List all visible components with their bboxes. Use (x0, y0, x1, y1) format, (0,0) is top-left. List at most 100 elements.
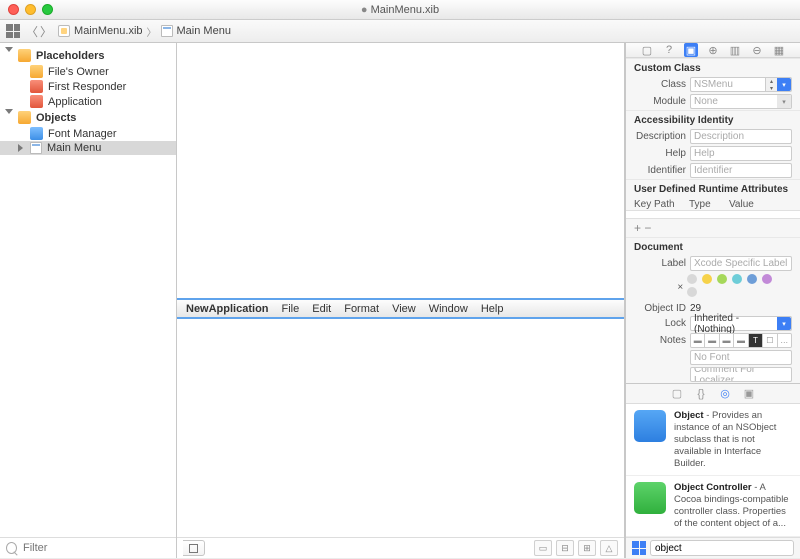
identity-inspector-tab[interactable]: ▣ (684, 43, 698, 57)
seg-italic[interactable]: ▬ (705, 334, 719, 347)
color-swatch[interactable] (687, 287, 697, 297)
connections-inspector-tab[interactable]: ⊖ (750, 43, 764, 57)
bindings-inspector-tab[interactable]: ▦ (772, 43, 786, 57)
library-search-input[interactable] (650, 540, 794, 556)
outline-item-files-owner[interactable]: File's Owner (0, 64, 176, 79)
object-controller-icon (634, 482, 666, 514)
class-label: Class (634, 79, 686, 90)
attributes-inspector-tab[interactable]: ⊕ (706, 43, 720, 57)
related-items-icon[interactable] (6, 24, 20, 38)
seg-underline[interactable]: ▬ (720, 334, 734, 347)
add-button[interactable]: + (634, 221, 641, 235)
code-snippet-tab[interactable]: {} (694, 387, 708, 401)
doc-label-field[interactable]: Xcode Specific Label (690, 256, 792, 271)
outline-item-first-responder[interactable]: First Responder (0, 79, 176, 94)
remove-button[interactable]: − (644, 221, 651, 235)
square-icon (189, 544, 198, 553)
pin-button[interactable]: ⊞ (578, 540, 596, 556)
color-swatch[interactable] (687, 274, 697, 284)
ib-canvas[interactable]: NewApplication File Edit Format View Win… (177, 43, 624, 537)
seg-text[interactable]: T (749, 334, 763, 347)
outline-filter-bar (0, 537, 176, 558)
localizer-comment-field[interactable]: Comment For Localizer (690, 367, 792, 382)
object-icon (634, 410, 666, 442)
placeholders-header[interactable]: Placeholders (0, 47, 176, 64)
col-keypath: Key Path (634, 199, 689, 210)
udra-heading: User Defined Runtime Attributes (626, 179, 800, 197)
align-button[interactable]: ⊟ (556, 540, 574, 556)
notes-format-segmented[interactable]: ▬ ▬ ▬ ▬ T ☐ … (690, 333, 792, 348)
quickhelp-inspector-tab[interactable]: ? (662, 43, 676, 57)
dropdown-arrow-icon[interactable]: ▾ (777, 317, 791, 330)
ax-identifier-field[interactable]: Identifier (690, 163, 792, 178)
library-list[interactable]: Object - Provides an instance of an NSOb… (626, 404, 800, 537)
file-template-tab[interactable]: ▢ (670, 387, 684, 401)
menu-item-help[interactable]: Help (481, 303, 504, 315)
color-swatch[interactable] (717, 274, 727, 284)
grid-view-toggle[interactable] (632, 541, 646, 555)
resolve-button[interactable]: △ (600, 540, 618, 556)
menu-item-file[interactable]: File (282, 303, 300, 315)
lock-label: Lock (634, 318, 686, 329)
outline-item-application[interactable]: Application (0, 94, 176, 109)
objects-group: Objects Font Manager Main Menu (0, 109, 176, 155)
inspector-panel: ▢ ? ▣ ⊕ ▥ ⊖ ▦ Custom Class Class NSMenu … (625, 43, 800, 558)
accessibility-heading: Accessibility Identity (626, 110, 800, 128)
color-swatch[interactable] (702, 274, 712, 284)
library-item-text: Object - Provides an instance of an NSOb… (674, 410, 792, 469)
seg-strike[interactable]: ▬ (734, 334, 748, 347)
window-titlebar: ● MainMenu.xib (0, 0, 800, 20)
objects-header[interactable]: Objects (0, 109, 176, 126)
seg-more[interactable]: … (778, 334, 791, 347)
ax-description-field[interactable]: Description (690, 129, 792, 144)
size-inspector-tab[interactable]: ▥ (728, 43, 742, 57)
object-library-tab[interactable]: ◎ (718, 387, 732, 401)
stack-button[interactable]: ▭ (534, 540, 552, 556)
font-field[interactable]: No Font (690, 350, 792, 365)
menu-item-window[interactable]: Window (429, 303, 468, 315)
module-combo[interactable]: None ▾ (690, 94, 792, 109)
class-combo[interactable]: NSMenu ▴▾ ▾ (690, 77, 792, 92)
dropdown-arrow-icon[interactable]: ▾ (777, 95, 791, 108)
crumb-file[interactable]: MainMenu.xib (74, 25, 142, 37)
menu-item-format[interactable]: Format (344, 303, 379, 315)
menu-item-view[interactable]: View (392, 303, 416, 315)
group-label: Objects (36, 112, 76, 124)
cube-icon (30, 65, 43, 78)
stepper-icon[interactable]: ▴▾ (765, 78, 777, 91)
first-responder-icon (30, 80, 43, 93)
toggle-outline-button[interactable] (183, 540, 205, 556)
ax-help-field[interactable]: Help (690, 146, 792, 161)
menu-item-app[interactable]: NewApplication (186, 303, 269, 315)
menu-item-edit[interactable]: Edit (312, 303, 331, 315)
disclosure-triangle[interactable] (5, 109, 13, 114)
nav-back-button[interactable]: 〈 (26, 23, 38, 40)
disclosure-triangle[interactable] (5, 47, 13, 52)
filter-icon[interactable] (6, 542, 17, 554)
udra-table-body[interactable] (626, 211, 800, 219)
file-inspector-tab[interactable]: ▢ (640, 43, 654, 57)
disclosure-triangle[interactable] (18, 144, 23, 152)
outline-filter-input[interactable] (23, 542, 170, 554)
color-swatch[interactable] (732, 274, 742, 284)
outline-item-font-manager[interactable]: Font Manager (0, 126, 176, 141)
main-menu-bar[interactable]: NewApplication File Edit Format View Win… (177, 298, 624, 319)
lock-combo[interactable]: Inherited - (Nothing) ▾ (690, 316, 792, 331)
outline-item-main-menu[interactable]: Main Menu (0, 141, 176, 155)
library-item-object[interactable]: Object - Provides an instance of an NSOb… (626, 404, 800, 476)
crumb-object[interactable]: Main Menu (177, 25, 231, 37)
item-label: File's Owner (48, 66, 109, 78)
module-label: Module (634, 96, 686, 107)
doc-x-label: × (634, 282, 683, 293)
nav-forward-button[interactable]: 〉 (40, 23, 52, 40)
library-item-object-controller[interactable]: Object Controller - A Cocoa bindings-com… (626, 476, 800, 537)
class-value: NSMenu (691, 79, 765, 90)
item-label: Main Menu (47, 142, 101, 154)
color-swatch[interactable] (762, 274, 772, 284)
dropdown-arrow-icon[interactable]: ▾ (777, 78, 791, 91)
media-library-tab[interactable]: ▣ (742, 387, 756, 401)
color-swatch[interactable] (747, 274, 757, 284)
seg-bold[interactable]: ▬ (691, 334, 705, 347)
seg-color[interactable]: ☐ (763, 334, 777, 347)
placeholders-group: Placeholders File's Owner First Responde… (0, 47, 176, 109)
